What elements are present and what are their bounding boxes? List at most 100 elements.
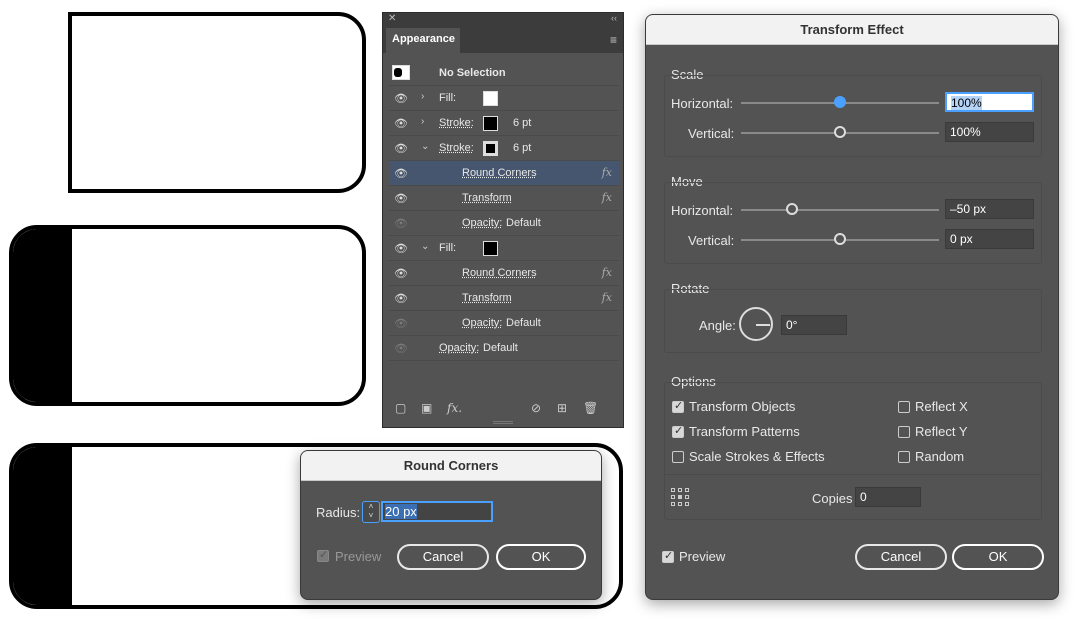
options-divider: [664, 474, 1042, 475]
scale-vertical-slider-knob[interactable]: [834, 126, 846, 138]
transform-effect-dialog: Transform Effect Scale Horizontal: 100% …: [645, 14, 1059, 600]
transform-objects-checkbox[interactable]: [672, 399, 684, 413]
panel-tabbar: Appearance ≡: [383, 26, 623, 53]
duplicate-item-icon[interactable]: ⊞: [557, 401, 567, 415]
stroke-weight[interactable]: 6 pt: [513, 117, 531, 129]
random-checkbox[interactable]: [898, 451, 910, 463]
row-transform-1[interactable]: 👁 Transform fx: [389, 186, 619, 211]
visibility-eye-icon[interactable]: 👁: [394, 317, 408, 330]
radius-input[interactable]: 20 px: [381, 501, 493, 522]
stroke-label[interactable]: Stroke:: [439, 142, 474, 154]
angle-dial-icon[interactable]: [739, 307, 773, 341]
effect-round-corners-link[interactable]: Round Corners: [462, 267, 537, 279]
reflect-x-checkbox[interactable]: [898, 401, 910, 413]
scale-horizontal-slider-knob[interactable]: [834, 96, 846, 108]
copies-input[interactable]: 0: [855, 487, 921, 507]
fill-swatch-white[interactable]: [483, 91, 498, 106]
move-vertical-slider-knob[interactable]: [834, 233, 846, 245]
reference-point-grid-icon[interactable]: [671, 488, 689, 506]
artwork-rectangle-2[interactable]: [9, 225, 366, 406]
visibility-eye-icon[interactable]: 👁: [394, 92, 408, 105]
stroke-label[interactable]: Stroke:: [439, 117, 474, 129]
round-corners-dialog: Round Corners Radius: ˄˅ 20 px Preview C…: [300, 450, 602, 600]
visibility-eye-icon[interactable]: 👁: [394, 167, 408, 180]
visibility-eye-icon[interactable]: 👁: [394, 117, 408, 130]
opacity-value: Default: [483, 342, 518, 354]
clear-appearance-icon[interactable]: ⊘: [531, 401, 541, 415]
delete-trash-icon[interactable]: 🗑: [583, 401, 598, 415]
scale-horizontal-value: 100%: [951, 96, 982, 110]
fx-icon[interactable]: fx: [602, 166, 612, 179]
radius-stepper-icon[interactable]: ˄ ˅: [362, 501, 380, 523]
fx-icon[interactable]: fx: [602, 191, 612, 204]
move-horizontal-slider[interactable]: [741, 209, 939, 211]
row-round-corners-2[interactable]: 👁 Round Corners fx: [389, 261, 619, 286]
radius-value: 20 px: [385, 504, 417, 519]
angle-input[interactable]: 0°: [781, 315, 847, 335]
opacity-label[interactable]: Opacity:: [462, 317, 502, 329]
artwork-black-fill: [13, 229, 72, 402]
scale-horizontal-input[interactable]: 100%: [945, 92, 1034, 112]
chevron-down-icon[interactable]: ⌄: [421, 241, 429, 252]
row-round-corners-1[interactable]: 👁 Round Corners fx: [389, 161, 619, 186]
collapse-icon[interactable]: ‹‹: [611, 13, 617, 23]
transform-patterns-checkbox[interactable]: [672, 424, 684, 438]
object-thumbnail-icon: [392, 65, 410, 80]
scale-strokes-checkbox[interactable]: [672, 451, 684, 463]
visibility-eye-icon[interactable]: 👁: [394, 267, 408, 280]
stroke-swatch[interactable]: [483, 141, 498, 156]
effect-transform-link[interactable]: Transform: [462, 192, 512, 204]
ok-button[interactable]: OK: [496, 544, 586, 570]
move-horizontal-slider-knob[interactable]: [786, 203, 798, 215]
reflect-y-checkbox[interactable]: [898, 426, 910, 438]
chevron-down-icon[interactable]: ⌄: [421, 141, 429, 152]
tab-appearance[interactable]: Appearance: [386, 28, 460, 53]
fx-icon[interactable]: fx: [602, 291, 612, 304]
opacity-label[interactable]: Opacity:: [462, 217, 502, 229]
cancel-button[interactable]: Cancel: [855, 544, 947, 570]
scale-vertical-input[interactable]: 100%: [945, 122, 1034, 142]
fx-icon[interactable]: fx: [602, 266, 612, 279]
row-opacity-2[interactable]: 👁 Opacity: Default: [389, 311, 619, 336]
row-stroke-1[interactable]: 👁 › Stroke: 6 pt: [389, 111, 619, 136]
row-stroke-2[interactable]: 👁 ⌄ Stroke: 6 pt: [389, 136, 619, 161]
reflect-y-label: Reflect Y: [915, 424, 968, 439]
stroke-swatch[interactable]: [483, 116, 498, 131]
add-fill-icon[interactable]: ▣: [421, 401, 432, 415]
effect-round-corners-link[interactable]: Round Corners: [462, 167, 537, 179]
effect-transform-link[interactable]: Transform: [462, 292, 512, 304]
add-stroke-icon[interactable]: ▢: [395, 401, 406, 415]
row-fill-1[interactable]: 👁 › Fill:: [389, 86, 619, 111]
artwork-rectangle-1[interactable]: [68, 12, 366, 193]
row-opacity-1[interactable]: 👁 Opacity: Default: [389, 211, 619, 236]
opacity-label[interactable]: Opacity:: [439, 342, 479, 354]
move-horizontal-input[interactable]: –50 px: [945, 199, 1034, 219]
close-icon[interactable]: ✕: [388, 13, 396, 24]
preview-checkbox[interactable]: [317, 548, 329, 562]
row-fill-2[interactable]: 👁 ⌄ Fill:: [389, 236, 619, 261]
reflect-x-label: Reflect X: [915, 399, 968, 414]
scale-strokes-label: Scale Strokes & Effects: [689, 449, 825, 464]
opacity-value: Default: [506, 217, 541, 229]
visibility-eye-icon[interactable]: 👁: [394, 342, 408, 355]
move-vertical-input[interactable]: 0 px: [945, 229, 1034, 249]
resize-grip-icon[interactable]: [493, 421, 513, 424]
visibility-eye-icon[interactable]: 👁: [394, 217, 408, 230]
row-opacity-3[interactable]: 👁 Opacity: Default: [389, 336, 619, 361]
cancel-button[interactable]: Cancel: [397, 544, 489, 570]
appearance-panel: ✕ ‹‹ Appearance ≡ No Selection 👁 › Fill:…: [382, 12, 624, 428]
add-effect-icon[interactable]: fx.: [447, 401, 462, 415]
panel-menu-icon[interactable]: ≡: [610, 33, 617, 47]
visibility-eye-icon[interactable]: 👁: [394, 292, 408, 305]
preview-checkbox[interactable]: [662, 549, 674, 563]
chevron-right-icon[interactable]: ›: [421, 116, 424, 127]
visibility-eye-icon[interactable]: 👁: [394, 242, 408, 255]
ok-button[interactable]: OK: [952, 544, 1044, 570]
row-transform-2[interactable]: 👁 Transform fx: [389, 286, 619, 311]
preview-label: Preview: [679, 549, 726, 564]
chevron-right-icon[interactable]: ›: [421, 91, 424, 102]
fill-swatch-black[interactable]: [483, 241, 498, 256]
stroke-weight[interactable]: 6 pt: [513, 142, 531, 154]
visibility-eye-icon[interactable]: 👁: [394, 142, 408, 155]
visibility-eye-icon[interactable]: 👁: [394, 192, 408, 205]
